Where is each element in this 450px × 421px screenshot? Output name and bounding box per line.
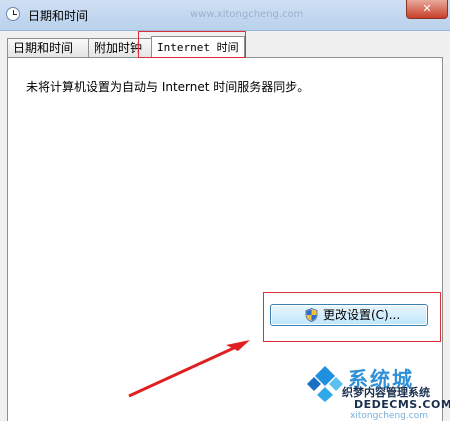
close-button[interactable]: ✕ — [406, 0, 448, 19]
clock-icon — [6, 7, 20, 21]
tab-date-time[interactable]: 日期和时间 — [7, 38, 89, 57]
sync-status-text: 未将计算机设置为自动与 Internet 时间服务器同步。 — [26, 80, 310, 94]
change-settings-label: 更改设置(C)... — [323, 308, 401, 322]
tab-highlight-box — [138, 31, 246, 58]
site-watermark-logo: 系统城 织梦内容管理系统 DEDECMS.COM xitongcheng.com — [300, 363, 450, 421]
windows-logo-icon — [307, 366, 343, 402]
title-watermark: www.xitongcheng.com — [190, 9, 304, 20]
change-settings-button[interactable]: 更改设置(C)... — [270, 304, 428, 326]
title-bar: 日期和时间 www.xitongcheng.com ✕ — [0, 0, 450, 31]
uac-shield-icon — [305, 308, 318, 322]
watermark-line-3: xitongcheng.com — [350, 411, 428, 421]
window-title: 日期和时间 — [28, 9, 89, 23]
watermark-line-2: DEDECMS.COM — [354, 398, 450, 411]
